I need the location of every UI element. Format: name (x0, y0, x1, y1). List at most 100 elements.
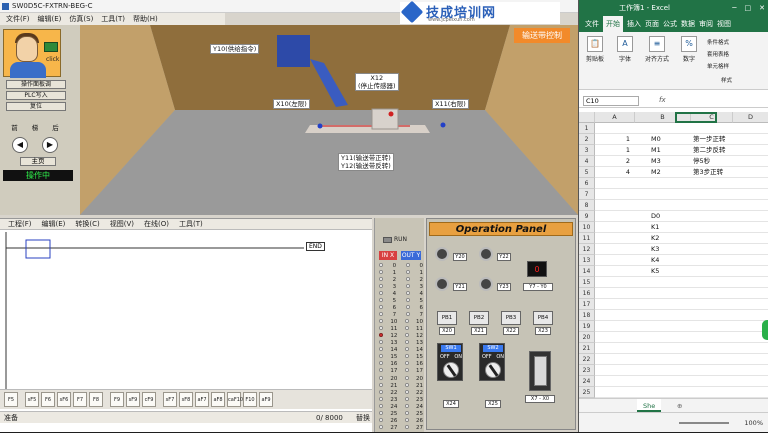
pb2-button[interactable]: PB2 (469, 311, 489, 325)
tb-parallel-no[interactable]: sF5 (25, 392, 39, 407)
cell-b[interactable]: M2 (635, 167, 691, 178)
cell-a[interactable]: 1 (595, 134, 632, 145)
row-header[interactable]: 20 (579, 332, 595, 343)
cell-b[interactable]: M3 (635, 156, 691, 167)
ladder-menu-view[interactable]: 视图(V) (110, 219, 134, 229)
add-sheet-icon[interactable]: ⊕ (677, 399, 682, 413)
table-row[interactable] (595, 376, 768, 387)
number-group[interactable]: % 数字 (677, 36, 701, 63)
row-header[interactable]: 21 (579, 343, 595, 354)
tb-delete-hline[interactable]: cF9 (142, 392, 156, 407)
table-row[interactable]: 4 M2 第3步正转 (595, 167, 768, 178)
tab-view[interactable]: 视图 (717, 16, 731, 32)
table-row[interactable] (595, 123, 768, 134)
select-all-corner[interactable] (579, 112, 595, 123)
cell-b[interactable]: K4 (635, 255, 691, 266)
row-header[interactable]: 17 (579, 299, 595, 310)
table-row[interactable] (595, 343, 768, 354)
clipboard-group[interactable]: 📋 剪贴板 (583, 36, 607, 63)
font-group[interactable]: A 字体 (613, 36, 637, 63)
tb-rising-pulse[interactable]: sF7 (163, 392, 177, 407)
cell-b[interactable]: D0 (635, 211, 691, 222)
table-row[interactable] (595, 310, 768, 321)
menu-help[interactable]: 帮助(H) (133, 13, 158, 25)
tb-operation-result[interactable]: F10 (243, 392, 257, 407)
row-header[interactable]: 24 (579, 376, 595, 387)
row-header[interactable]: 2 (579, 134, 595, 145)
row-header[interactable]: 3 (579, 145, 595, 156)
tb-parallel-rising[interactable]: aF7 (195, 392, 209, 407)
zoom-slider[interactable] (679, 422, 729, 424)
table-row[interactable] (595, 332, 768, 343)
tb-parallel-nc[interactable]: sF6 (57, 392, 71, 407)
active-cell-c10[interactable] (675, 112, 717, 123)
cell-style-button[interactable]: 单元格样 (707, 62, 767, 70)
view-ladder-button[interactable]: 梯 (27, 123, 44, 134)
table-row[interactable]: K2 (595, 233, 768, 244)
tb-parallel-falling[interactable]: aF8 (211, 392, 225, 407)
table-row[interactable]: K4 (595, 255, 768, 266)
table-row[interactable]: D0 (595, 211, 768, 222)
view-front-button[interactable]: 前 (6, 123, 23, 134)
table-row[interactable]: 2 M3 停5秒 (595, 156, 768, 167)
pb1-button[interactable]: PB1 (437, 311, 457, 325)
row-header[interactable]: 11 (579, 233, 595, 244)
tab-insert[interactable]: 插入 (627, 16, 641, 32)
operation-panel-button[interactable]: 操作面板调 (6, 80, 66, 89)
table-row[interactable] (595, 200, 768, 211)
ladder-menu-online[interactable]: 在线(O) (144, 219, 169, 229)
main-menu-button[interactable]: 主页 (20, 157, 56, 166)
pb3-button[interactable]: PB3 (501, 311, 521, 325)
tab-formula[interactable]: 公式 (663, 16, 677, 32)
name-box[interactable]: C10 (583, 96, 639, 106)
cell-b[interactable]: K5 (635, 266, 691, 277)
table-row[interactable] (595, 321, 768, 332)
row-header[interactable]: 12 (579, 244, 595, 255)
ladder-menu-tools[interactable]: 工具(T) (179, 219, 203, 229)
tab-data[interactable]: 数据 (681, 16, 695, 32)
sheet-grid[interactable]: A B C D 1 2 1 M0 第一步正转 3 1 M1 第二步反转 4 2 M3 停5秒 5 4 M2 第3… (579, 112, 768, 398)
cell-c[interactable]: 第3步正转 (693, 167, 737, 178)
tb-coil[interactable]: F7 (73, 392, 87, 407)
tab-page[interactable]: 页面 (645, 16, 659, 32)
menu-simulate[interactable]: 仿真(S) (69, 13, 93, 25)
ladder-canvas[interactable]: END (4, 232, 366, 390)
row-header[interactable]: 16 (579, 288, 595, 299)
row-header[interactable]: 5 (579, 167, 595, 178)
row-header[interactable]: 25 (579, 387, 595, 398)
table-row[interactable] (595, 387, 768, 398)
row-header[interactable]: 7 (579, 189, 595, 200)
arrow-left-icon[interactable]: ◀ (12, 137, 28, 153)
table-row[interactable] (595, 277, 768, 288)
view-back-button[interactable]: 后 (47, 123, 64, 134)
row-header[interactable]: 6 (579, 178, 595, 189)
cell-b[interactable]: M0 (635, 134, 691, 145)
digital-switch[interactable] (529, 351, 551, 391)
row-header[interactable]: 23 (579, 365, 595, 376)
table-row[interactable] (595, 354, 768, 365)
table-row[interactable]: K5 (595, 266, 768, 277)
tb-contact-nc[interactable]: F6 (41, 392, 55, 407)
cell-c[interactable]: 第一步正转 (693, 134, 737, 145)
row-header[interactable]: 13 (579, 255, 595, 266)
cell-b[interactable]: K3 (635, 244, 691, 255)
cell-b[interactable]: M1 (635, 145, 691, 156)
table-row[interactable] (595, 288, 768, 299)
fx-icon[interactable]: fx (659, 96, 666, 104)
table-row[interactable]: K1 (595, 222, 768, 233)
sw2-switch[interactable]: SW2 OFF ON (479, 343, 505, 381)
row-header[interactable]: 4 (579, 156, 595, 167)
menu-tools[interactable]: 工具(T) (101, 13, 125, 25)
cell-b[interactable]: K1 (635, 222, 691, 233)
row-header[interactable]: 1 (579, 123, 595, 134)
row-header[interactable]: 19 (579, 321, 595, 332)
sheet-tab[interactable]: She (637, 399, 662, 412)
cell-a[interactable]: 4 (595, 167, 632, 178)
cell-c[interactable]: 第二步反转 (693, 145, 737, 156)
close-icon[interactable]: ✕ (759, 0, 765, 16)
cell-b[interactable]: K2 (635, 233, 691, 244)
cell-a[interactable]: 1 (595, 145, 632, 156)
table-format-button[interactable]: 套用表格 (707, 50, 767, 58)
sw1-switch[interactable]: SW1 OFF ON (437, 343, 463, 381)
row-header[interactable]: 22 (579, 354, 595, 365)
